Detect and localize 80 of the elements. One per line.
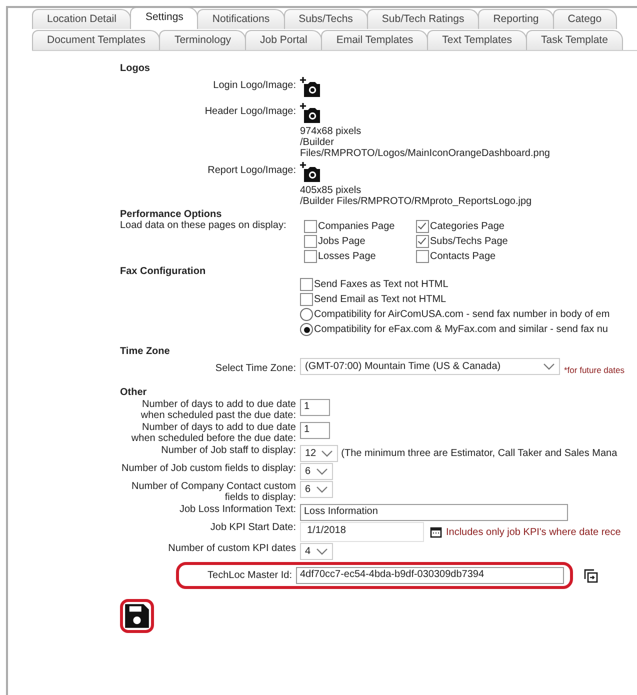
id-field[interactable]: 4df70cc7-ec54-4bda-b9df-030309db7394	[296, 567, 564, 584]
checkbox[interactable]	[300, 278, 313, 291]
tab[interactable]: Document Templates	[32, 30, 160, 50]
select-dropdown[interactable]: 6	[300, 481, 333, 498]
chevron-down-icon	[543, 362, 555, 370]
radio-button[interactable]	[300, 308, 313, 321]
field-label: Job KPI Start Date:	[209, 522, 296, 533]
time-zone-dropdown[interactable]: (GMT-07:00) Mountain Time (US & Canada)	[300, 358, 560, 375]
image-info: /Builder	[300, 137, 334, 148]
field-label: Number of custom KPI dates	[167, 543, 296, 554]
checkbox[interactable]	[416, 250, 429, 263]
hint-text: *for future dates	[564, 365, 624, 375]
chevron-down-icon	[316, 486, 328, 494]
number-field[interactable]: 1	[300, 422, 330, 439]
section-heading: Logos	[120, 63, 151, 74]
add-photo-icon[interactable]	[300, 102, 322, 124]
option-label: Compatibility for eFax.com & MyFax.com and similar - send fax nu	[314, 324, 608, 336]
tab[interactable]: Terminology	[159, 30, 246, 50]
image-info: Files/RMPROTO/Logos/MainIconOrangeDashboard.png	[300, 148, 550, 159]
section-heading: Other	[120, 387, 148, 398]
image-info: 405x85 pixels	[300, 185, 362, 196]
image-info: 974x68 pixels	[300, 126, 362, 137]
save-button[interactable]	[120, 599, 154, 633]
chevron-down-icon	[316, 548, 328, 556]
option-label: Companies Page	[318, 220, 395, 232]
text-field[interactable]: Loss Information	[300, 504, 568, 521]
field-label: Number of Job custom fields to display:	[120, 463, 296, 474]
option-label: Jobs Page	[318, 236, 366, 248]
field-label: TechLoc Master Id:	[206, 570, 292, 581]
tab[interactable]: Subs/Techs	[284, 9, 368, 29]
checkbox[interactable]	[300, 293, 313, 306]
hint-text: (The minimum three are Estimator, Call Taker and Sales Mana	[341, 448, 618, 459]
tab[interactable]: Text Templates	[427, 30, 528, 50]
select-dropdown[interactable]: 4	[300, 543, 333, 560]
add-photo-icon[interactable]	[300, 76, 322, 98]
field-label: Number of Job staff to display:	[160, 445, 296, 456]
field-label: Number of Company Contact custom fields to display:	[130, 481, 296, 503]
tab[interactable]: Job Portal	[245, 30, 322, 50]
checkbox[interactable]	[416, 235, 429, 248]
date-field[interactable]: 1/1/2018	[300, 522, 424, 542]
field-label: Select Time Zone:	[214, 362, 296, 374]
number-field[interactable]: 1	[300, 399, 330, 416]
tab[interactable]: Notifications	[197, 9, 285, 29]
section-heading: Performance Options	[120, 209, 223, 220]
option-label: Losses Page	[318, 250, 376, 262]
tab[interactable]: Sub/Tech Ratings	[366, 9, 480, 29]
option-label: Compatibility for AirComUSA.com - send fax number in body of em	[314, 308, 610, 320]
add-photo-icon[interactable]	[300, 161, 322, 183]
hint-text: Includes only job KPI's where date rece	[446, 526, 621, 538]
tab[interactable]: Catego	[552, 9, 617, 29]
tab[interactable]: Location Detail	[32, 9, 132, 29]
field-label: Login Logo/Image:	[212, 79, 296, 91]
chevron-down-icon	[321, 450, 334, 458]
tab[interactable]: Task Template	[526, 30, 623, 50]
radio-button[interactable]	[300, 323, 313, 336]
select-dropdown[interactable]: 12	[300, 445, 338, 462]
option-label: Subs/Techs Page	[430, 236, 508, 248]
tab[interactable]: Email Templates	[321, 30, 428, 50]
tab[interactable]: Reporting	[478, 9, 554, 29]
checkbox[interactable]	[304, 235, 317, 248]
field-label: Number of days to add to due date when scheduled past the due date:	[140, 399, 296, 421]
field-label: Job Loss Information Text:	[178, 504, 296, 515]
field-label: Header Logo/Image:	[204, 105, 296, 117]
field-label: Report Logo/Image:	[206, 164, 296, 176]
image-info: /Builder Files/RMPROTO/RMproto_ReportsLogo.jpg	[300, 196, 532, 207]
select-dropdown[interactable]: 6	[300, 463, 333, 480]
section-heading: Time Zone	[120, 346, 171, 357]
field-label: Number of days to add to due date when scheduled before the due date:	[130, 422, 296, 444]
checkbox[interactable]	[304, 220, 317, 233]
option-label: Contacts Page	[430, 250, 496, 262]
chevron-down-icon	[316, 468, 328, 476]
option-label: Send Email as Text not HTML	[314, 294, 446, 306]
option-label: Send Faxes as Text not HTML	[314, 278, 448, 290]
checkbox[interactable]	[304, 250, 317, 263]
option-label: Categories Page	[430, 220, 504, 232]
copy-icon[interactable]	[583, 568, 599, 584]
field-label: Load data on these pages on display:	[120, 220, 288, 231]
section-heading: Fax Configuration	[120, 266, 207, 277]
calendar-icon[interactable]	[430, 526, 442, 538]
checkbox[interactable]	[416, 220, 429, 233]
